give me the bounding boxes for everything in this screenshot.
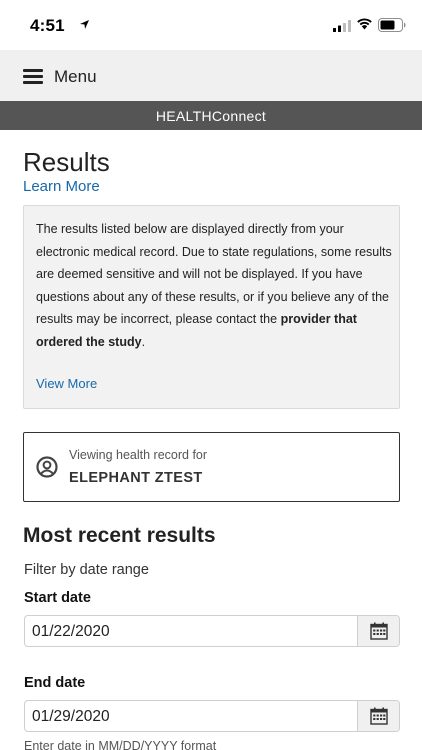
results-notice: The results listed below are displayed d…	[23, 205, 400, 409]
most-recent-results-heading: Most recent results	[23, 524, 216, 547]
wifi-icon	[357, 18, 372, 30]
page-title: Results	[23, 147, 110, 177]
notice-text: The results listed below are displayed d…	[36, 218, 392, 354]
status-bar: 4:51	[0, 0, 422, 50]
location-arrow-icon	[80, 20, 89, 29]
hamburger-menu-icon[interactable]	[23, 69, 43, 84]
view-more-link[interactable]: View More	[36, 376, 97, 391]
cellular-signal-icon	[333, 20, 351, 32]
learn-more-link[interactable]: Learn More	[23, 178, 100, 195]
start-date-label: Start date	[24, 590, 91, 606]
end-date-value[interactable]: 01/29/2020	[32, 708, 110, 726]
patient-name: ELEPHANT ZTEST	[69, 470, 203, 486]
end-date-label: End date	[24, 675, 86, 691]
user-circle-icon	[36, 456, 58, 478]
viewing-record-card[interactable]: Viewing health record for ELEPHANT ZTEST	[23, 432, 400, 502]
end-date-calendar-button[interactable]	[357, 701, 399, 731]
filter-label: Filter by date range	[24, 562, 149, 578]
start-date-value[interactable]: 01/22/2020	[32, 623, 110, 641]
calendar-icon	[370, 707, 388, 725]
end-date-field[interactable]: 01/29/2020	[24, 700, 400, 732]
notice-text-body: The results listed below are displayed d…	[36, 222, 392, 327]
calendar-icon	[370, 622, 388, 640]
status-time: 4:51	[30, 16, 65, 35]
start-date-calendar-button[interactable]	[357, 616, 399, 646]
start-date-field[interactable]: 01/22/2020	[24, 615, 400, 647]
battery-icon	[378, 18, 406, 32]
notice-text-end: .	[141, 334, 146, 349]
date-format-hint: Enter date in MM/DD/YYYY format	[24, 739, 217, 750]
menu-button-label[interactable]: Menu	[54, 67, 97, 87]
viewing-record-label: Viewing health record for	[69, 448, 208, 462]
app-title: HEALTHConnect	[155, 108, 267, 124]
